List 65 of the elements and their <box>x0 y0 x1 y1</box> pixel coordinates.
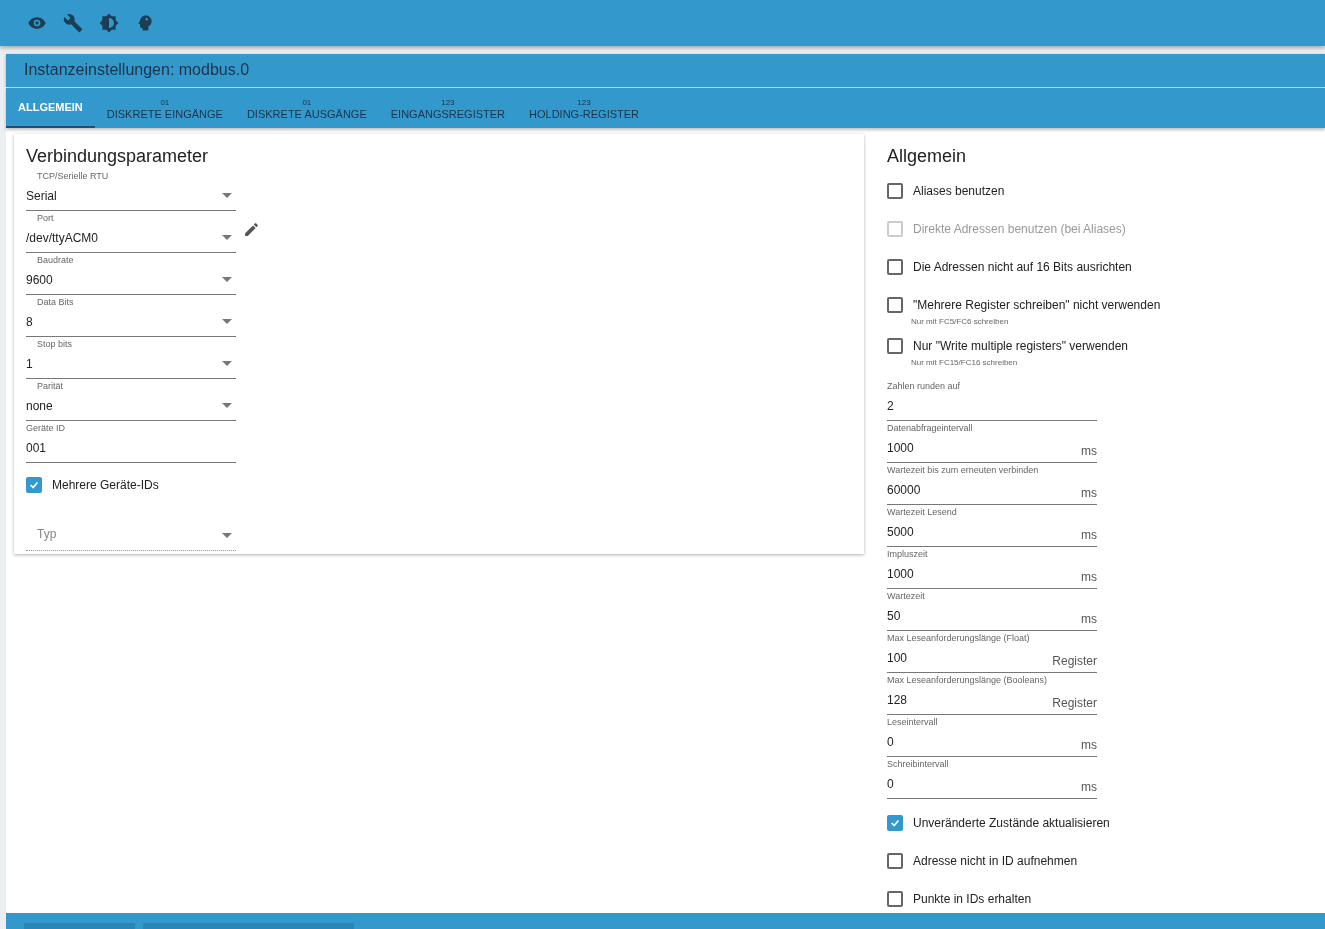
checkbox[interactable] <box>887 891 903 907</box>
caret-icon <box>222 361 232 366</box>
checkbox-label: Unveränderte Zustände aktualisieren <box>913 816 1110 830</box>
select-field[interactable]: Data Bits 8 <box>26 295 236 337</box>
caret-icon <box>222 533 232 538</box>
checkbox-label: Nur "Write multiple registers" verwenden <box>913 339 1129 353</box>
unit-label: Register <box>1052 654 1097 668</box>
caret-icon <box>222 277 232 282</box>
select-field[interactable]: Baudrate 9600 <box>26 253 236 295</box>
input-field[interactable]: Wartezeit 50 ms <box>887 589 1097 631</box>
checkbox[interactable] <box>887 853 903 869</box>
tab[interactable]: 01 DISKRETE AUSGÄNGE <box>234 87 379 128</box>
unit-label: ms <box>1081 738 1097 752</box>
select-field[interactable]: TCP/Serielle RTU Serial <box>26 169 236 211</box>
select-field[interactable]: Port /dev/ttyACM0 <box>26 211 236 253</box>
input-field[interactable]: Zahlen runden auf 2 <box>887 379 1097 421</box>
select-field[interactable]: Stop bits 1 <box>26 337 236 379</box>
checkbox-label: Direkte Adressen benutzen (bei Aliases) <box>913 222 1126 236</box>
hint-text: Nur mit FC5/FC6 schreiben <box>910 317 1010 326</box>
unit-label: ms <box>1081 780 1097 794</box>
tab[interactable]: 123 HOLDING-REGISTER <box>517 87 652 128</box>
input-field[interactable]: Max Leseanforderungslänge (Float) 100 Register <box>887 631 1097 673</box>
caret-icon <box>222 235 232 240</box>
input-field[interactable]: Datenabfrageintervall 1000 ms <box>887 421 1097 463</box>
checkbox[interactable] <box>887 815 903 831</box>
input-field[interactable]: Leseintervall 0 ms <box>887 715 1097 757</box>
checkbox[interactable] <box>26 477 42 493</box>
hint-text: Nur mit FC15/FC16 schreiben <box>910 358 1019 367</box>
unit-label: ms <box>1081 486 1097 500</box>
section-title: Verbindungsparameter <box>26 146 210 167</box>
checkbox[interactable] <box>887 338 903 354</box>
check-icon <box>28 479 40 491</box>
checkbox-label: Adresse nicht in ID aufnehmen <box>913 854 1078 868</box>
caret-icon <box>222 403 232 408</box>
checkbox-label: "Mehrere Register schreiben" nicht verwenden <box>913 298 1161 312</box>
checkbox-label: Die Adressen nicht auf 16 Bits ausrichten <box>913 260 1132 274</box>
unit-label: ms <box>1081 444 1097 458</box>
select-field[interactable]: Geräte ID 001 <box>26 421 236 463</box>
checkbox-label: Punkte in IDs erhalten <box>913 892 1032 906</box>
section-title: Allgemein <box>887 146 968 167</box>
checkbox[interactable] <box>887 259 903 275</box>
brightness-icon[interactable] <box>99 13 119 33</box>
unit-label: ms <box>1081 528 1097 542</box>
input-field[interactable]: Wartezeit bis zum erneuten verbinden 60000 ms <box>887 463 1097 505</box>
unit-label: ms <box>1081 570 1097 584</box>
input-field[interactable]: Wartezeit Lesend 5000 ms <box>887 505 1097 547</box>
unit-label: ms <box>1081 612 1097 626</box>
checkbox-label: Aliases benutzen <box>913 184 1005 198</box>
checkbox[interactable] <box>887 297 903 313</box>
panel-title: Instanzeinstellungen: modbus.0 <box>24 61 250 80</box>
checkbox-label: Mehrere Geräte-IDs <box>52 478 159 492</box>
tab[interactable]: 123 EINGANGSREGISTER <box>378 87 518 128</box>
tab[interactable]: 01 DISKRETE EINGÄNGE <box>94 87 235 128</box>
input-field[interactable]: Impluszeit 1000 ms <box>887 547 1097 589</box>
pencil-icon[interactable] <box>243 221 260 238</box>
unit-label: Register <box>1052 696 1097 710</box>
check-icon <box>889 817 901 829</box>
caret-icon <box>222 319 232 324</box>
input-field[interactable]: Schreibintervall 0 ms <box>887 757 1097 799</box>
checkbox[interactable] <box>887 183 903 199</box>
input-field[interactable]: Max Leseanforderungslänge (Booleans) 128 Register <box>887 673 1097 715</box>
caret-icon <box>222 193 232 198</box>
wrench-icon[interactable] <box>63 13 83 33</box>
select-field[interactable]: Parität none <box>26 379 236 421</box>
head-icon[interactable] <box>135 13 155 33</box>
